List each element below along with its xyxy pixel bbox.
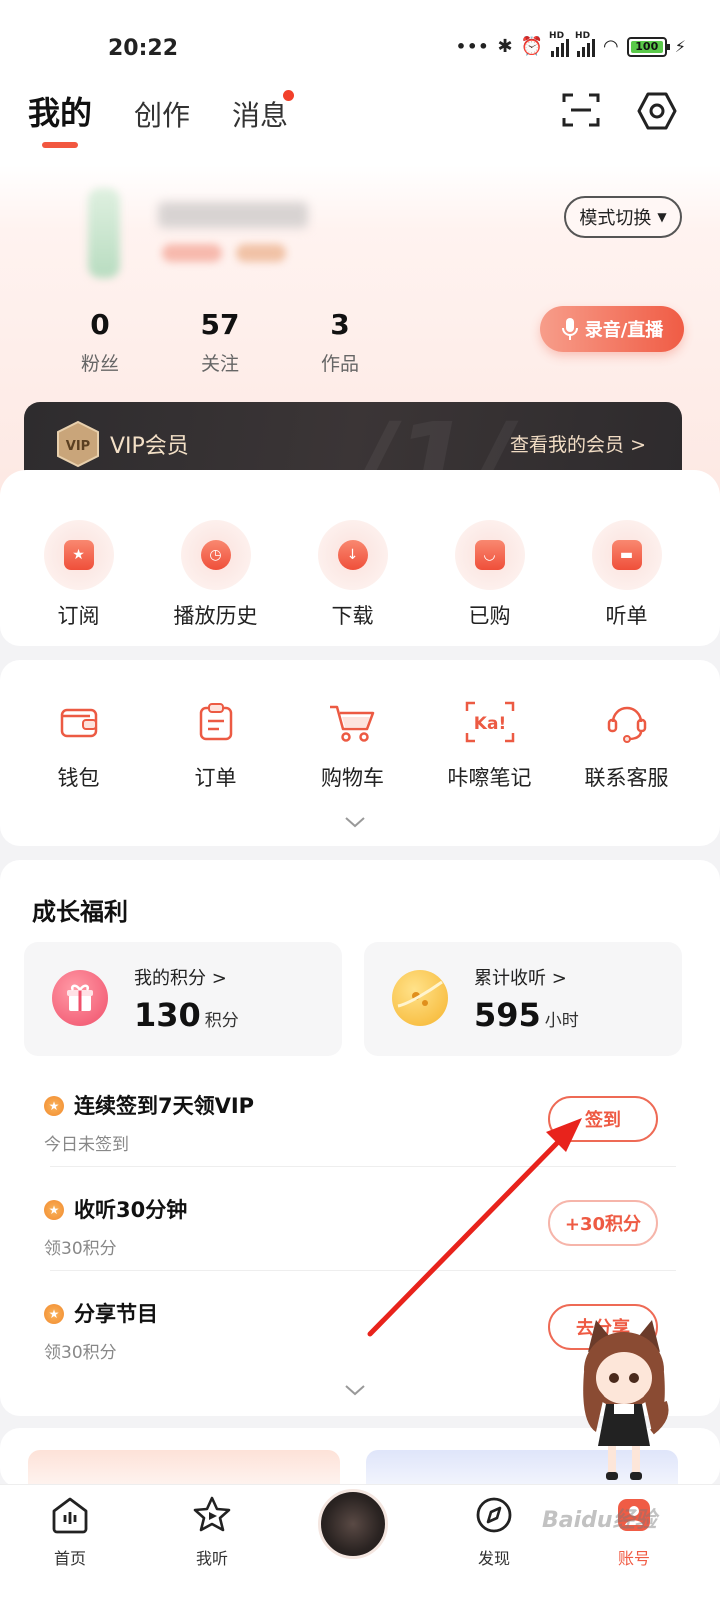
tab-messages[interactable]: 消息 [232,90,295,134]
playlist-icon: ▬ [611,540,642,570]
wifi-icon: ◠ [603,36,619,57]
tab-mine[interactable]: 我的 [28,88,92,148]
star-icon: ★ [44,1200,64,1220]
checkin-button[interactable]: 签到 [548,1096,658,1142]
service-customer-service[interactable]: 联系客服 [558,692,695,792]
my-listen-icon [193,1496,231,1532]
svg-text:Ka!: Ka! [473,714,505,734]
scan-icon[interactable] [562,92,600,128]
user-tag-blurred [236,244,286,262]
expand-chevron-icon[interactable] [344,816,366,828]
battery-icon: 100 [626,36,670,57]
mode-switch-button[interactable]: 模式切换 ▼ [564,196,682,238]
status-icons: ••• ✱ ⏰ HD HD ◠ 100 ⚡ [455,31,686,58]
stat-fans[interactable]: 0 粉丝 [40,308,160,376]
header-tabs: 我的 创作 消息 [28,88,295,148]
vip-title: VIP会员 [110,434,189,459]
quick-actions-grid: ★ 订阅 ◷ 播放历史 ↓ 下载 ◡ 已购 ▬ 听单 [10,520,710,630]
svg-text:VIP: VIP [66,439,90,454]
signal-icon-1: HD [549,31,570,57]
stat-following[interactable]: 57 关注 [160,308,280,376]
tab-create[interactable]: 创作 [134,94,190,134]
listen-time-tile[interactable]: 累计收听 > 595 小时 [364,942,682,1056]
order-icon [181,692,251,752]
bluetooth-icon: ✱ [497,36,513,57]
star-icon: ★ [44,1096,64,1116]
discover-icon [476,1497,512,1533]
claim-points-button[interactable]: +30积分 [548,1200,658,1246]
watermark: Baidu经验 [542,1508,657,1533]
alarm-icon: ⏰ [520,36,544,57]
nav-my-listen[interactable]: 我听 [162,1495,262,1569]
stat-works[interactable]: 3 作品 [280,308,400,376]
vip-badge-icon: VIP [57,420,99,468]
unread-dot [283,90,295,101]
charging-icon: ⚡ [674,37,686,56]
section-title: 成长福利 [32,898,128,926]
kacha-note-icon: Ka! [455,692,525,752]
my-points-tile[interactable]: 我的积分 > 130 积分 [24,942,342,1056]
cart-icon [318,692,388,752]
action-subscribe[interactable]: ★ 订阅 [10,520,147,630]
service-order[interactable]: 订单 [147,692,284,792]
quick-actions-card: ★ 订阅 ◷ 播放历史 ↓ 下载 ◡ 已购 ▬ 听单 [0,470,720,646]
history-icon: ◷ [200,540,231,570]
home-icon [52,1497,88,1534]
user-tag-blurred [162,244,222,262]
services-grid: 钱包 订单 购物车 Ka! 咔嚓笔记 联系客服 [10,692,710,792]
profile-stats: 0 粉丝 57 关注 3 作品 [40,308,400,376]
service-kacha-note[interactable]: Ka! 咔嚓笔记 [421,692,558,792]
action-purchased[interactable]: ◡ 已购 [421,520,558,630]
task-checkin: ★ 连续签到7天领VIP 今日未签到 签到 [44,1086,676,1190]
planet-icon [392,970,448,1026]
services-card: 钱包 订单 购物车 Ka! 咔嚓笔记 联系客服 [0,660,720,846]
record-live-button[interactable]: 录音/直播 [540,306,684,352]
more-dots-icon: ••• [455,37,490,56]
service-wallet[interactable]: 钱包 [10,692,147,792]
purchased-icon: ◡ [474,540,505,570]
now-playing-disc[interactable] [318,1489,388,1559]
divider [50,1166,676,1167]
view-membership-link[interactable]: 查看我的会员 > [510,430,646,457]
status-time: 20:22 [108,36,179,61]
expand-chevron-icon[interactable] [344,1384,366,1396]
action-playlist[interactable]: ▬ 听单 [558,520,695,630]
service-cart[interactable]: 购物车 [284,692,421,792]
profile-section: 模式切换 ▼ 0 粉丝 57 关注 3 作品 录音/直播 /1/ VIP VIP会员 查… [0,168,720,488]
divider [50,1270,676,1271]
customer-service-icon [592,692,662,752]
avatar[interactable] [88,188,120,278]
caret-down-icon: ▼ [657,210,667,224]
download-icon: ↓ [337,540,368,570]
signal-icon-2: HD [575,31,596,57]
nav-discover[interactable]: 发现 [444,1495,544,1569]
username-blurred [158,202,308,228]
star-icon: ★ [44,1304,64,1324]
nav-home[interactable]: 首页 [20,1495,120,1569]
action-history[interactable]: ◷ 播放历史 [147,520,284,630]
subscribe-icon: ★ [63,540,94,570]
action-download[interactable]: ↓ 下载 [284,520,421,630]
task-listen: ★ 收听30分钟 领30积分 +30积分 [44,1190,676,1294]
settings-icon[interactable] [636,90,678,132]
mascot-sticker [583,1320,669,1480]
wallet-icon [44,692,114,752]
status-bar: 20:22 ••• ✱ ⏰ HD HD ◠ 100 ⚡ [0,0,720,90]
gift-icon [52,970,108,1026]
microphone-icon [561,318,578,340]
